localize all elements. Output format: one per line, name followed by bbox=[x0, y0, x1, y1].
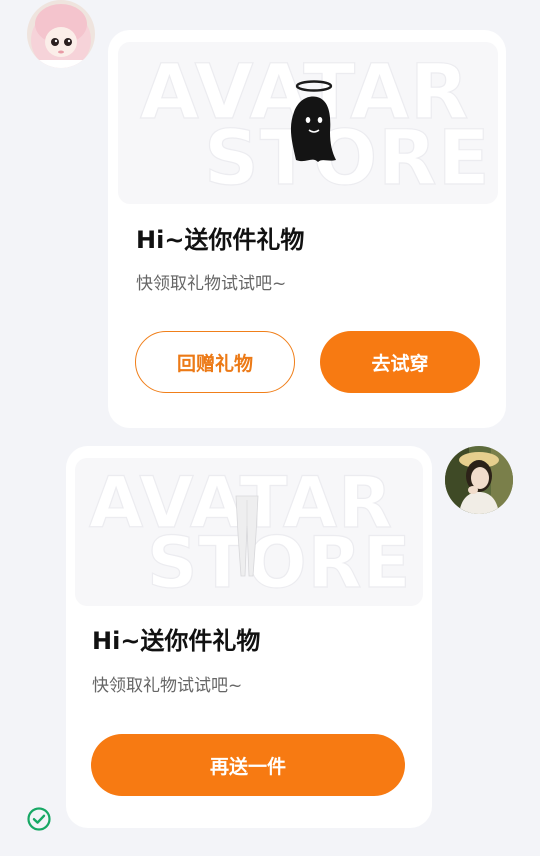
watermark-store: STORE bbox=[203, 113, 491, 202]
ghost-halo-icon bbox=[290, 80, 336, 162]
white-leggings-icon bbox=[235, 495, 259, 577]
gift-card-received: AVATAR STORE Hi~送你件礼物 快领取礼物试试吧~ 回赠礼物 去试穿 bbox=[108, 30, 506, 428]
send-again-button[interactable]: 再送一件 bbox=[91, 734, 405, 796]
card-title: Hi~送你件礼物 bbox=[92, 627, 261, 655]
delivered-check-icon bbox=[27, 807, 51, 831]
return-gift-button[interactable]: 回赠礼物 bbox=[135, 331, 295, 393]
doll-avatar-icon bbox=[27, 0, 95, 68]
my-avatar[interactable] bbox=[445, 446, 513, 514]
card-subtitle: 快领取礼物试试吧~ bbox=[136, 274, 287, 294]
card-title: Hi~送你件礼物 bbox=[136, 226, 305, 254]
sender-avatar[interactable] bbox=[27, 0, 95, 68]
gift-banner: AVATAR STORE bbox=[118, 42, 498, 204]
card-subtitle: 快领取礼物试试吧~ bbox=[92, 676, 243, 696]
try-on-button[interactable]: 去试穿 bbox=[320, 331, 480, 393]
photo-avatar-icon bbox=[445, 446, 513, 514]
watermark-store: STORE bbox=[146, 522, 412, 604]
gift-banner: AVATAR STORE bbox=[75, 458, 423, 606]
gift-card-sent: AVATAR STORE Hi~送你件礼物 快领取礼物试试吧~ 再送一件 bbox=[66, 446, 432, 828]
